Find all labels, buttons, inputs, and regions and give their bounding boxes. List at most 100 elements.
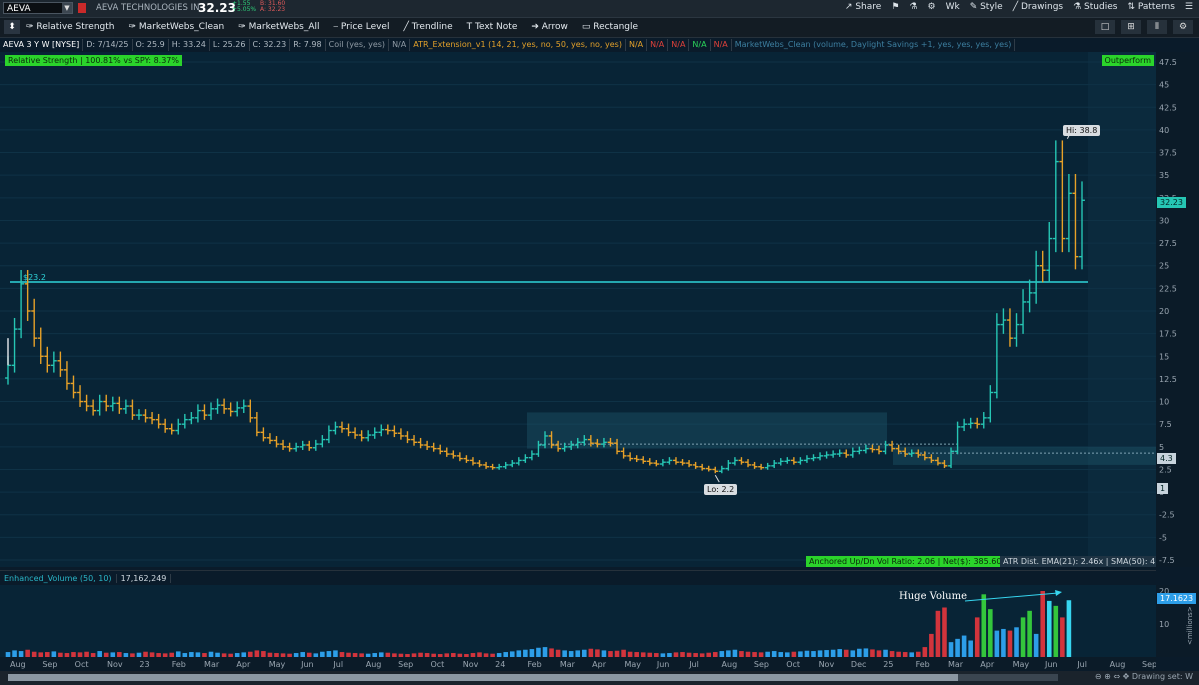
price-bar: [227, 402, 234, 417]
timeframe-button[interactable]: Wk: [946, 2, 960, 12]
volume-bar: [857, 648, 862, 657]
volume-bar: [1053, 605, 1059, 657]
volume-bar: [529, 649, 535, 657]
volume-axis: 20 10 17.1623 <millions>: [1156, 585, 1199, 657]
time-axis-tick: Sep: [398, 660, 413, 669]
volume-bar: [555, 649, 561, 657]
hi-label: Hi: 38.8: [1063, 125, 1101, 136]
tool-label: Trendline: [411, 22, 453, 32]
price-bar: [50, 351, 57, 373]
zoom-controls[interactable]: ⊖ ⊕ ⇔ ✥ Drawing set: W: [1095, 672, 1193, 681]
price-bar: [188, 412, 195, 425]
studies-button[interactable]: ⚗ Studies: [1073, 2, 1117, 12]
price-level-label: $23.2: [23, 273, 46, 282]
marketwebs-all-tool[interactable]: ✑ MarketWebs_All: [238, 22, 319, 32]
gear-icon[interactable]: ⚙: [1173, 20, 1193, 34]
price-level-tool[interactable]: ⎯ Price Level: [334, 22, 390, 32]
price-bar: [136, 409, 142, 420]
chevron-down-icon[interactable]: ▼: [62, 3, 72, 13]
volume-bar: [1007, 630, 1013, 657]
info-item[interactable]: H: 33.24: [169, 38, 210, 51]
style-button[interactable]: ✎ Style: [970, 2, 1003, 12]
chart-scrollbar[interactable]: ⊖ ⊕ ⇔ ✥ Drawing set: W: [0, 671, 1199, 685]
volume-study-header: Enhanced_Volume (50, 10) 17,162,249: [0, 570, 1156, 585]
volume-bar: [876, 650, 882, 657]
time-axis-tick: Mar: [560, 660, 576, 669]
gear-icon[interactable]: ⚙: [927, 2, 935, 12]
anchored-vol-badge: Anchored Up/Dn Vol Ratio: 2.06 | Net($):…: [806, 556, 1012, 567]
volume-bar: [621, 649, 626, 657]
relative-strength-tool[interactable]: ✑ Relative Strength: [26, 22, 115, 32]
info-item[interactable]: N/A: [711, 38, 732, 51]
price-bar: [836, 449, 843, 457]
volume-bar: [1001, 628, 1006, 657]
flask-icon[interactable]: ⚗: [909, 2, 917, 12]
info-item[interactable]: N/A: [389, 38, 411, 51]
info-item[interactable]: O: 25.9: [133, 38, 169, 51]
drawings-label: Drawings: [1020, 2, 1064, 12]
marketwebs-clean-tool[interactable]: ✑ MarketWebs_Clean: [129, 22, 225, 32]
price-axis-tick: 40: [1159, 126, 1169, 135]
time-axis[interactable]: Aug Sep Oct Nov 23 Feb Mar Apr May Jun Jul Aug Sep Oc…: [0, 657, 1157, 670]
bid-ask: B: 31.60 A: 32.23: [260, 1, 285, 13]
price-bar: [712, 466, 719, 474]
link-color-icon[interactable]: [78, 3, 86, 13]
info-item[interactable]: R: 7.98: [290, 38, 326, 51]
price-bar: [450, 450, 457, 459]
price-bar: [109, 396, 116, 412]
volume-bar: [601, 650, 607, 657]
info-item[interactable]: C: 32.23: [250, 38, 291, 51]
volume-bar: [837, 649, 842, 657]
info-item[interactable]: N/A: [626, 38, 648, 51]
grid-layout-icon[interactable]: ⊞: [1121, 20, 1141, 34]
price-bar: [358, 430, 365, 442]
single-layout-icon[interactable]: □: [1095, 20, 1115, 34]
columns-layout-icon[interactable]: ⦀: [1147, 20, 1167, 34]
text-note-tool[interactable]: T Text Note: [467, 22, 518, 32]
pin-icon[interactable]: ⬍: [4, 20, 20, 34]
volume-bar: [595, 649, 600, 657]
volume-bar: [942, 607, 947, 657]
info-item[interactable]: D: 7/14/25: [83, 38, 133, 51]
flag-icon[interactable]: ⚑: [891, 2, 899, 12]
price-bar: [705, 465, 712, 472]
share-button[interactable]: ↗ Share: [845, 2, 881, 12]
info-item[interactable]: L: 25.26: [210, 38, 250, 51]
rectangle-tool[interactable]: ▭ Rectangle: [582, 22, 638, 32]
price-bar: [37, 327, 44, 364]
patterns-button[interactable]: ⇅ Patterns: [1127, 2, 1174, 12]
time-axis-tick: Mar: [948, 660, 964, 669]
info-item[interactable]: MarketWebs_Clean (volume, Daylight Savin…: [732, 38, 1016, 51]
info-item[interactable]: ATR_Extension_v1 (14, 21, yes, no, 50, y…: [410, 38, 626, 51]
price-bar: [1059, 140, 1066, 253]
volume-bar: [1027, 610, 1032, 657]
volume-bar: [562, 650, 567, 657]
volume-plot[interactable]: Huge Volume: [0, 585, 1156, 657]
info-item: AEVA 3 Y W [NYSE]: [0, 38, 84, 51]
trendline-tool[interactable]: ╱ Trendline: [403, 22, 452, 32]
drawings-button[interactable]: ╱ Drawings: [1013, 2, 1063, 12]
info-item[interactable]: Coil (yes, yes): [326, 38, 390, 51]
price-bar: [306, 440, 313, 451]
price-bar: [528, 450, 535, 461]
level-tag: 4.3: [1157, 453, 1176, 464]
info-item[interactable]: N/A: [668, 38, 690, 51]
price-bar: [208, 402, 214, 420]
arrow-tool[interactable]: ➔ Arrow: [531, 22, 567, 32]
count-tag: 1: [1157, 483, 1169, 494]
symbol-input[interactable]: AEVA ▼: [3, 2, 73, 14]
time-axis-tick: Jul: [1076, 660, 1087, 669]
volume-bar: [575, 650, 581, 657]
price-plot[interactable]: Relative Strength | 100.81% vs SPY: 8.37…: [0, 52, 1156, 567]
info-item[interactable]: N/A: [647, 38, 669, 51]
volume-bar: [536, 647, 541, 657]
price-bar: [790, 457, 797, 465]
volume-bar: [968, 640, 973, 657]
menu-icon[interactable]: ☰: [1185, 2, 1193, 12]
tool-label: MarketWebs_All: [248, 22, 320, 32]
scroll-thumb[interactable]: [8, 674, 958, 681]
price-axis-tick: 37.5: [1159, 149, 1177, 158]
price-bar: [764, 462, 771, 470]
info-item[interactable]: N/A: [689, 38, 711, 51]
price-axis[interactable]: 47.54542.54037.53532.53027.52522.52017.5…: [1156, 52, 1199, 567]
